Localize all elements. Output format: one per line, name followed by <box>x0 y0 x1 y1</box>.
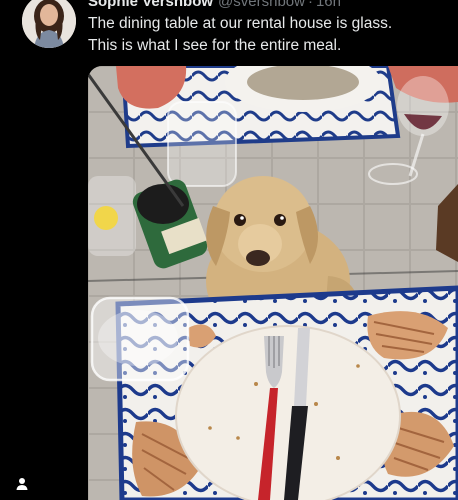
tweet-photo[interactable] <box>88 66 458 500</box>
tweet-text-line-1: The dining table at our rental house is … <box>88 15 393 32</box>
tweet-text-line-2: This is what I see for the entire meal. <box>88 37 342 54</box>
tweet-text: The dining table at our rental house is … <box>88 13 448 57</box>
person-icon[interactable] <box>14 476 30 492</box>
photo-dog-under-glass-table <box>88 66 458 500</box>
avatar-photo <box>22 0 76 48</box>
author-handle[interactable]: @svershbow <box>218 0 305 10</box>
author-avatar[interactable] <box>22 0 76 48</box>
author-name[interactable]: Sophie Vershbow <box>88 0 213 10</box>
tweet-time[interactable]: 16h <box>316 0 341 10</box>
header-separator: · <box>307 0 313 10</box>
tweet-header: Sophie Vershbow @svershbow · 16h <box>88 0 341 10</box>
